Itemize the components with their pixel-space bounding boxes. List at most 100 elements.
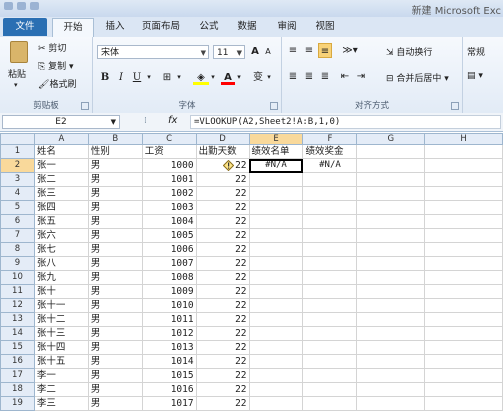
cell-c18[interactable]: 1016 [141,382,197,397]
cell-b17[interactable]: 男 [87,368,143,383]
currency-icon[interactable]: ▤ ▾ [467,71,483,81]
cell-h16[interactable] [424,354,503,369]
merge-center-button[interactable]: ⊟ 合并后居中 ▾ [386,71,449,84]
cell-f18[interactable] [302,382,358,397]
borders-icon[interactable]: ⊞ [159,70,175,85]
italic-button[interactable]: I [115,70,127,85]
tab-page-layout[interactable]: 页面布局 [138,18,184,36]
cell-a5[interactable]: 张四 [33,200,89,215]
cell-e4[interactable] [248,186,304,201]
align-bottom-icon[interactable]: ≡ [318,43,332,58]
column-header-d[interactable]: D [195,133,250,145]
cell-a18[interactable]: 李二 [33,382,89,397]
cell-g10[interactable] [356,270,426,285]
cell-e6[interactable] [248,214,304,229]
bold-button[interactable]: B [99,70,111,85]
cell-e14[interactable] [248,326,304,341]
format-painter-button[interactable]: 🖌格式刷 [38,77,76,90]
cell-a6[interactable]: 张五 [33,214,89,229]
cell-f19[interactable] [302,396,358,411]
align-middle-icon[interactable]: ≡ [302,43,316,58]
cell-b8[interactable]: 男 [87,242,143,257]
cell-a17[interactable]: 李一 [33,368,89,383]
tab-review[interactable]: 审阅 [274,18,300,36]
cell-e9[interactable] [248,256,304,271]
cell-c11[interactable]: 1009 [141,284,197,299]
insert-function-button[interactable]: fx [168,115,177,126]
cell-c4[interactable]: 1002 [141,186,197,201]
row-header[interactable]: 9 [0,256,35,271]
chevron-down-icon[interactable]: ▾ [235,70,243,85]
row-header[interactable]: 7 [0,228,35,243]
cell-g19[interactable] [356,396,426,411]
cell-b3[interactable]: 男 [87,172,143,187]
cell-g17[interactable] [356,368,426,383]
row-header[interactable]: 17 [0,368,35,383]
cell-h12[interactable] [424,298,503,313]
cell-f12[interactable] [302,298,358,313]
cell-h15[interactable] [424,340,503,355]
cell-h6[interactable] [424,214,503,229]
cell-f8[interactable] [302,242,358,257]
cell-h18[interactable] [424,382,503,397]
cell-b14[interactable]: 男 [87,326,143,341]
cell-a1[interactable]: 姓名 [33,144,89,159]
chevron-down-icon[interactable]: ▾ [175,70,183,85]
cell-c1[interactable]: 工资 [141,144,197,159]
tab-insert[interactable]: 插入 [102,18,128,36]
cell-f6[interactable] [302,214,358,229]
cell-a15[interactable]: 张十四 [33,340,89,355]
cell-d9[interactable]: 22 [195,256,250,271]
cell-f14[interactable] [302,326,358,341]
cell-c8[interactable]: 1006 [141,242,197,257]
cell-d7[interactable]: 22 [195,228,250,243]
select-all-corner[interactable] [0,133,35,145]
cell-c2[interactable]: 1000 [141,158,197,173]
grow-font-button[interactable]: A [249,44,261,59]
align-top-icon[interactable]: ≡ [286,43,300,58]
cell-b4[interactable]: 男 [87,186,143,201]
cell-f15[interactable] [302,340,358,355]
row-header[interactable]: 5 [0,200,35,215]
cell-e2[interactable]: #N/A [248,158,304,173]
cell-f3[interactable] [302,172,358,187]
cell-b12[interactable]: 男 [87,298,143,313]
cell-h2[interactable] [424,158,503,173]
fill-color-icon[interactable]: ◈ [193,70,209,85]
cell-g7[interactable] [356,228,426,243]
cell-g13[interactable] [356,312,426,327]
cell-h7[interactable] [424,228,503,243]
font-size-combo[interactable]: 11 ▼ [213,45,245,59]
row-header[interactable]: 19 [0,396,35,411]
cell-d16[interactable]: 22 [195,354,250,369]
cell-d11[interactable]: 22 [195,284,250,299]
cell-d12[interactable]: 22 [195,298,250,313]
cell-h9[interactable] [424,256,503,271]
column-header-e[interactable]: E [248,133,304,145]
cell-a4[interactable]: 张三 [33,186,89,201]
shrink-font-button[interactable]: A [262,44,274,59]
cell-b9[interactable]: 男 [87,256,143,271]
cell-d5[interactable]: 22 [195,200,250,215]
align-center-icon[interactable]: ≣ [302,69,316,84]
formula-input[interactable]: =VLOOKUP(A2,Sheet2!A:B,1,0) [190,115,501,129]
cell-e19[interactable] [248,396,304,411]
column-header-c[interactable]: C [141,133,197,145]
cell-f5[interactable] [302,200,358,215]
cell-c16[interactable]: 1014 [141,354,197,369]
row-header[interactable]: 18 [0,382,35,397]
cell-c17[interactable]: 1015 [141,368,197,383]
cell-h14[interactable] [424,326,503,341]
cell-g4[interactable] [356,186,426,201]
cell-g11[interactable] [356,284,426,299]
cell-h13[interactable] [424,312,503,327]
number-format-combo[interactable]: 常规 [467,45,485,58]
cell-a2[interactable]: 张一 [33,158,89,173]
font-color-button[interactable]: A [221,70,235,85]
cell-b18[interactable]: 男 [87,382,143,397]
row-header[interactable]: 12 [0,298,35,313]
cell-b5[interactable]: 男 [87,200,143,215]
cell-b10[interactable]: 男 [87,270,143,285]
paste-icon[interactable] [10,41,28,63]
cell-c19[interactable]: 1017 [141,396,197,411]
